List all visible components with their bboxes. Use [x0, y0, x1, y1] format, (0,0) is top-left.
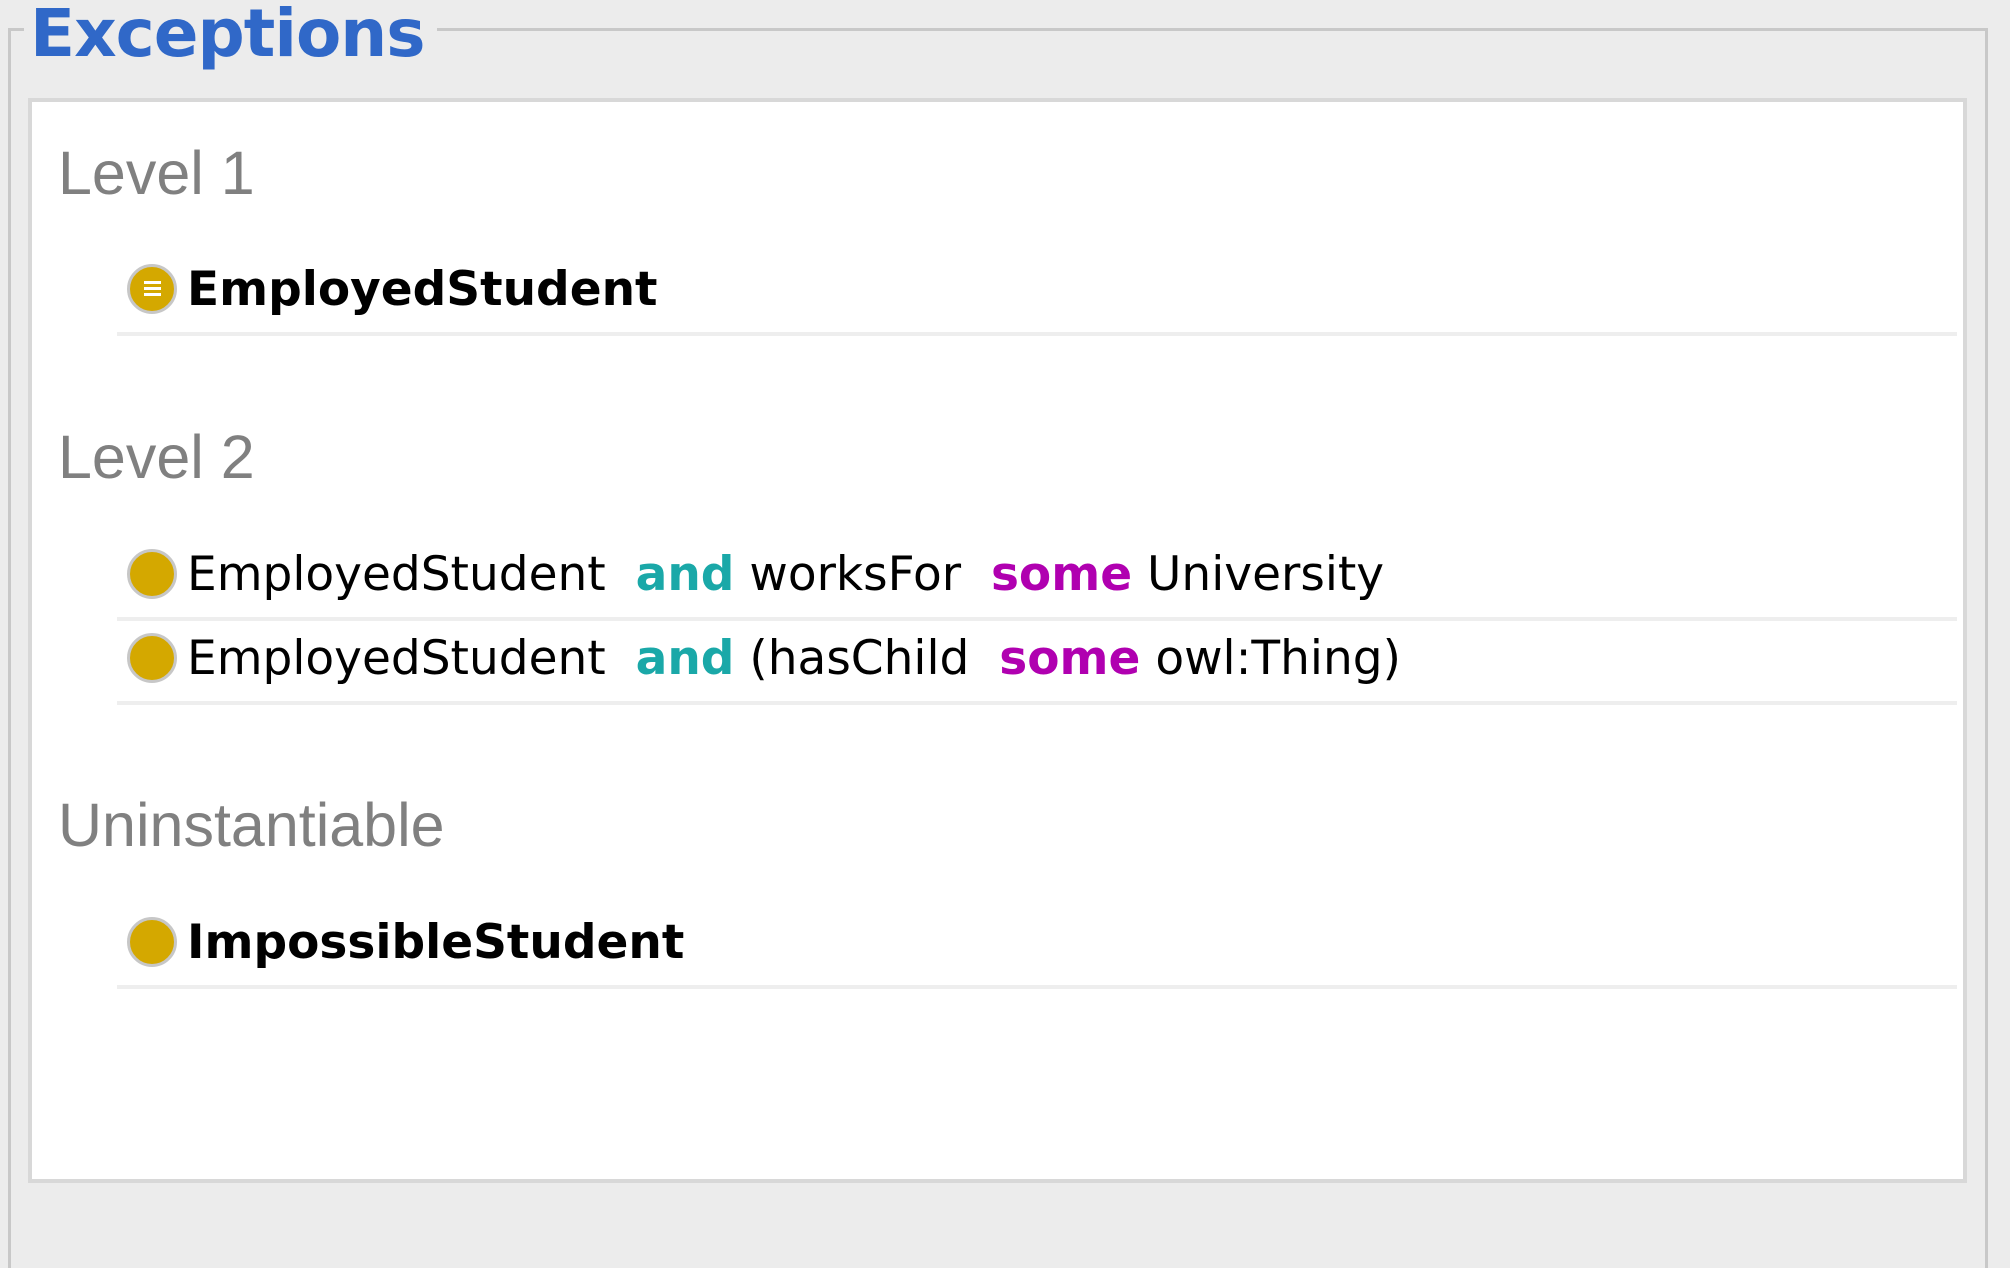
section-header-level-1: Level 1 — [58, 139, 255, 207]
keyword-some: some — [999, 631, 1141, 686]
exceptions-view: Exceptions Level 1 EmployedStudent Level… — [0, 0, 2010, 1268]
class-expression: EmployedStudent and (hasChild some owl:T… — [187, 627, 1401, 691]
list-item[interactable]: ImpossibleStudent — [117, 909, 1957, 989]
class-name: EmployedStudent — [187, 547, 606, 602]
list-item[interactable]: EmployedStudent — [117, 256, 1957, 336]
keyword-and: and — [635, 547, 735, 602]
class-icon — [127, 917, 177, 967]
equivalent-class-icon — [127, 264, 177, 314]
class-expression-icon — [127, 549, 177, 599]
section-header-uninstantiable: Uninstantiable — [58, 791, 445, 859]
exceptions-panel: Level 1 EmployedStudent Level 2 Employed… — [28, 98, 1967, 1183]
class-name: owl:Thing) — [1155, 631, 1401, 686]
class-name: EmployedStudent — [187, 262, 658, 317]
group-title: Exceptions — [24, 0, 437, 74]
class-expression-icon — [127, 633, 177, 683]
keyword-and: and — [635, 631, 735, 686]
list-item[interactable]: EmployedStudent and (hasChild some owl:T… — [117, 625, 1957, 705]
keyword-some: some — [990, 547, 1133, 602]
class-name: EmployedStudent — [187, 631, 606, 686]
class-name: ImpossibleStudent — [187, 915, 685, 970]
property-name: worksFor — [749, 547, 962, 602]
class-expression: EmployedStudent and worksFor some Univer… — [187, 543, 1384, 607]
section-header-level-2: Level 2 — [58, 423, 255, 491]
exceptions-list: Level 1 EmployedStudent Level 2 Employed… — [36, 106, 1959, 1175]
property-name: (hasChild — [749, 631, 970, 686]
list-item[interactable]: EmployedStudent and worksFor some Univer… — [117, 541, 1957, 621]
class-name: University — [1147, 547, 1385, 602]
